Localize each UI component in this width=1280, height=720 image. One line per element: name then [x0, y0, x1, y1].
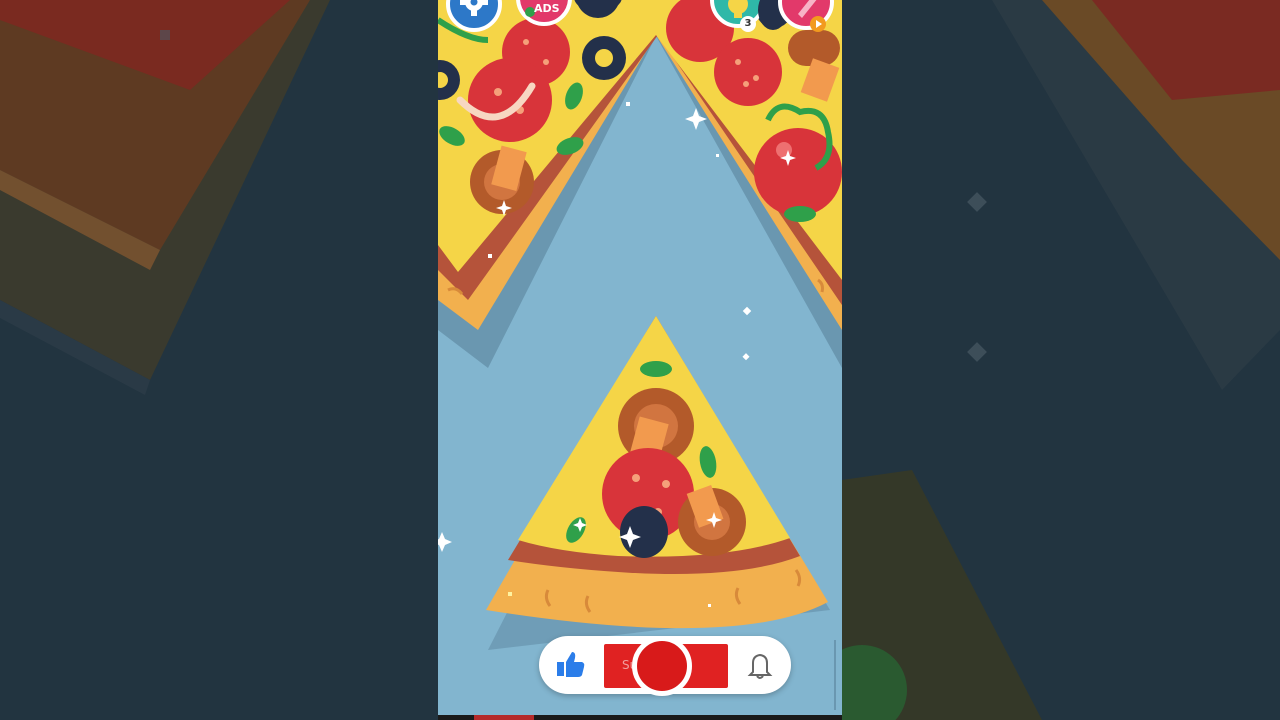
- play-icon: [816, 20, 822, 28]
- bottom-strip: [438, 715, 842, 720]
- record-dot[interactable]: [632, 636, 692, 696]
- game-stage[interactable]: ADS 3 Subscribe: [438, 0, 842, 720]
- pepperoni-topping: [468, 58, 552, 142]
- pepperoni-topping: [714, 38, 782, 106]
- hint-count-badge: 3: [740, 16, 756, 32]
- basil-topping: [640, 361, 672, 377]
- bell-icon: [747, 653, 773, 679]
- subscribe-bar: Subscribe: [539, 636, 791, 696]
- right-blurred-backdrop: [842, 0, 1280, 720]
- settings-button[interactable]: [446, 0, 502, 32]
- shop-video-badge: [810, 16, 826, 32]
- notification-bell-button[interactable]: [745, 650, 775, 680]
- like-button[interactable]: [555, 650, 587, 680]
- thumbs-up-icon: [557, 652, 585, 677]
- gear-icon: [460, 0, 488, 16]
- olive-topping: [620, 506, 668, 558]
- pizza-scene: [438, 0, 842, 720]
- no-ads-label: ADS: [534, 2, 560, 15]
- left-blurred-backdrop: [0, 0, 438, 720]
